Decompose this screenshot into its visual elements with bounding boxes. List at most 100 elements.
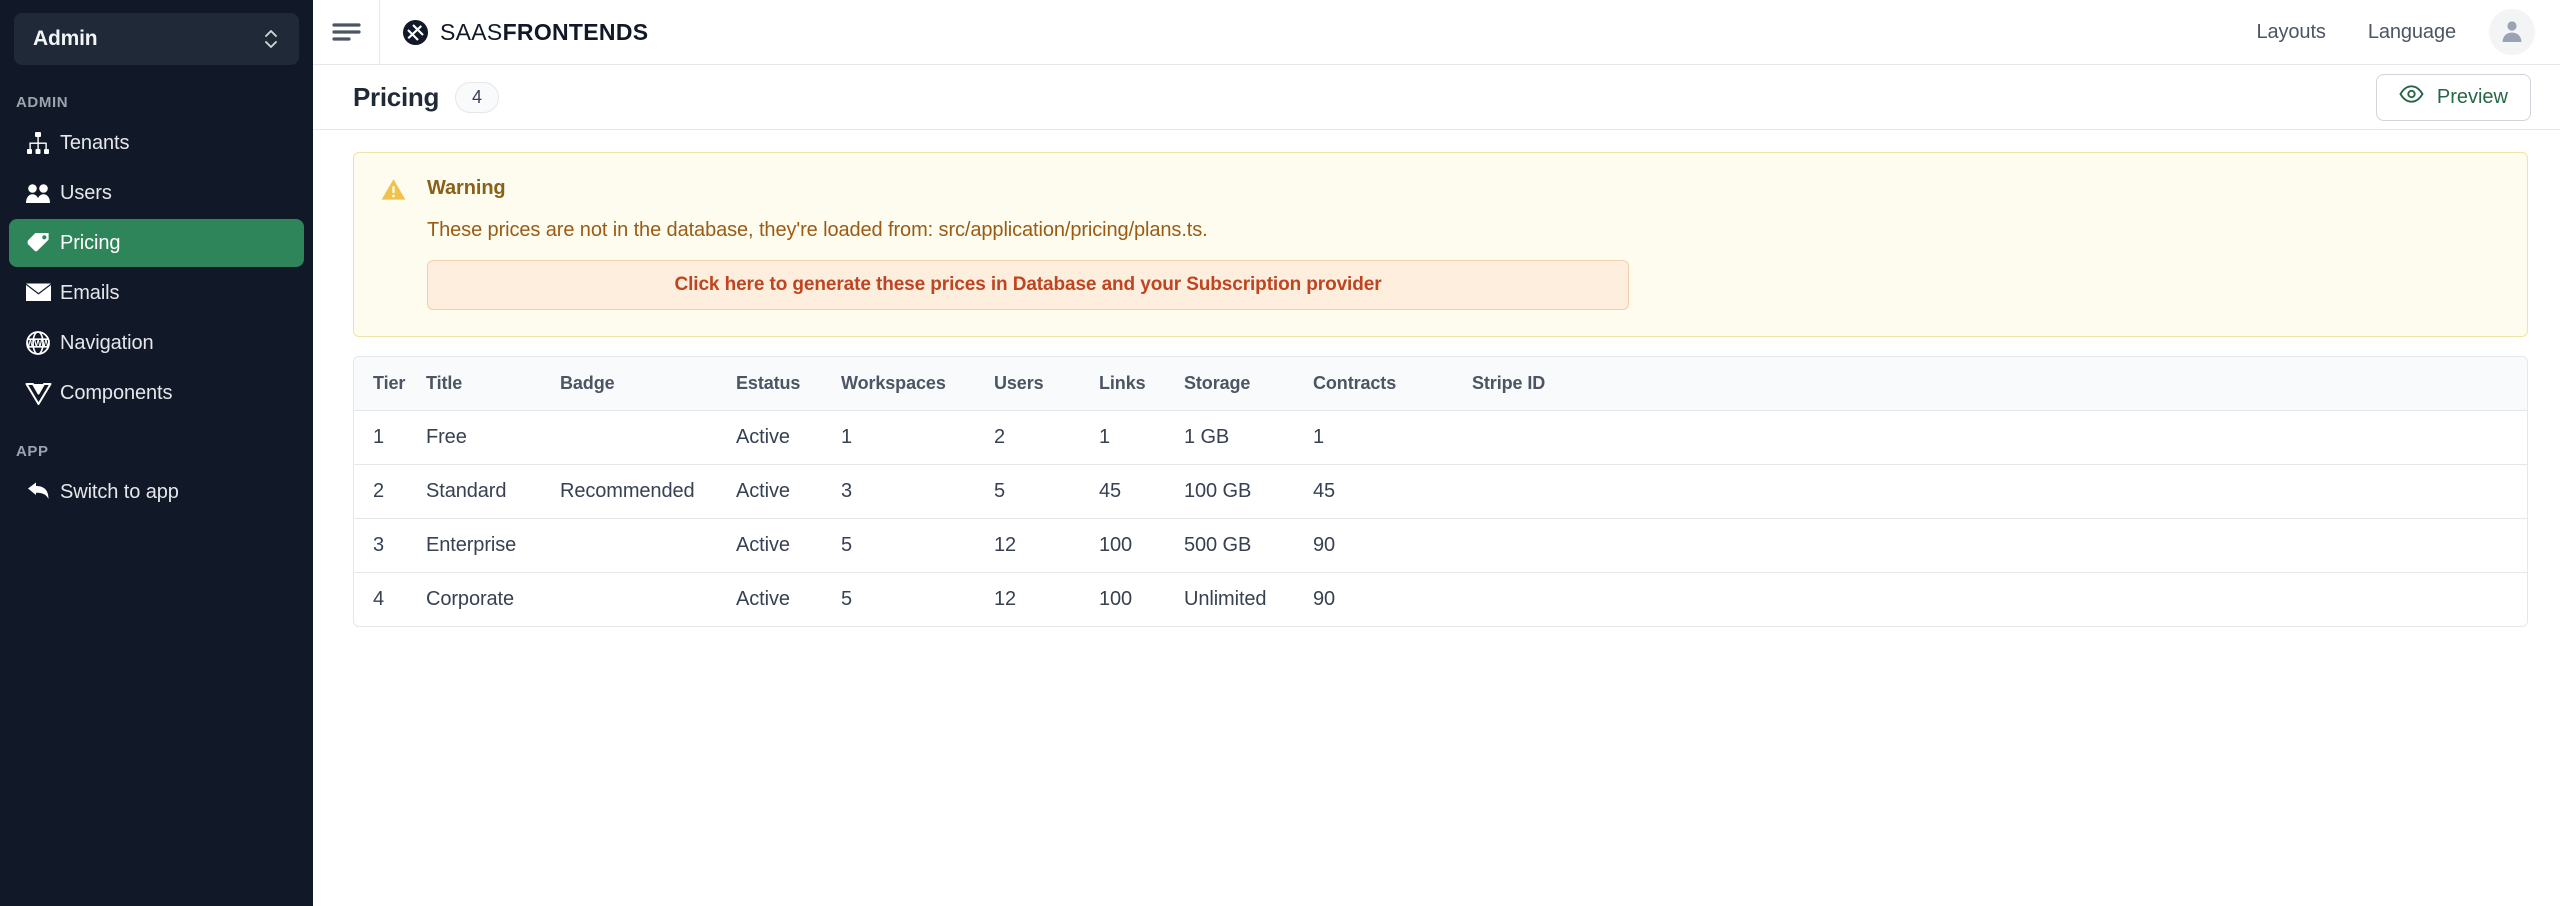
warning-message: These prices are not in the database, th… [427, 219, 1208, 241]
org-switcher[interactable]: Admin [14, 13, 299, 65]
chevron-up-down-icon [263, 26, 279, 52]
sidebar-item-label: Pricing [60, 231, 121, 254]
cell-tier: 2 [354, 464, 426, 519]
cell-stripe-id [1472, 464, 2527, 519]
cell-title: Enterprise [426, 518, 560, 573]
cell-workspaces: 5 [841, 588, 853, 610]
sidebar-item-navigation[interactable]: WWW Navigation [9, 319, 304, 367]
cell-badge [560, 573, 736, 627]
sidebar-item-tenants[interactable]: Tenants [9, 119, 304, 167]
cell-title: Corporate [426, 588, 515, 610]
avatar[interactable] [2489, 9, 2535, 55]
price-tag-icon [16, 230, 60, 257]
pricing-table-body: 1 Free Active 1 2 1 1 GB 1 2 Standard Re… [354, 410, 2527, 627]
preview-button[interactable]: Preview [2375, 73, 2531, 121]
sidebar-item-users[interactable]: Users [9, 169, 304, 217]
cell-links: 45 [1099, 464, 1184, 519]
warning-body: Warning These prices are not in the data… [427, 175, 2501, 310]
preview-button-label: Preview [2436, 85, 2508, 108]
cell-workspaces: 5 [841, 518, 994, 573]
table-row[interactable]: 3 Enterprise Active 5 12 100 500 GB 90 [354, 518, 2527, 573]
column-header-stripe-id: Stripe ID [1472, 357, 2527, 411]
sidebar: Admin ADMIN Tenants Users Pricing Emails… [0, 0, 313, 906]
topbar-link-layouts[interactable]: Layouts [2235, 21, 2346, 44]
column-header-users: Users [994, 357, 1099, 411]
pricing-table-head: Tier Title Badge Estatus Workspaces User… [354, 357, 2527, 411]
users-icon [16, 180, 60, 206]
warning-title: Warning [427, 177, 506, 199]
column-header-tier: Tier [354, 357, 426, 411]
www-globe-icon: WWW [16, 330, 60, 356]
cell-workspaces: 1 [841, 410, 994, 465]
cell-links: 100 [1099, 588, 1133, 610]
table-row[interactable]: 1 Free Active 1 2 1 1 GB 1 [354, 410, 2527, 465]
column-header-storage: Storage [1184, 357, 1313, 411]
cell-badge [560, 518, 736, 573]
saasfrontends-logo-icon [402, 19, 429, 46]
cell-contracts: 90 [1313, 588, 1336, 610]
sidebar-item-components[interactable]: Components [9, 369, 304, 417]
cell-tier: 4 [373, 588, 385, 610]
cell-badge: Recommended [560, 464, 736, 519]
sidebar-item-pricing[interactable]: Pricing [9, 219, 304, 267]
sidebar-item-label: Emails [60, 281, 120, 304]
column-header-badge: Badge [560, 357, 736, 411]
main-area: SAASFRONTENDS Layouts Language Pricing 4… [313, 0, 2560, 906]
table-header-row: Tier Title Badge Estatus Workspaces User… [354, 357, 2527, 411]
cell-users: 2 [994, 410, 1099, 465]
sidebar-nav-admin: Tenants Users Pricing Emails WWW Navigat… [0, 119, 313, 417]
page-count-badge: 4 [455, 81, 500, 113]
cell-links: 1 [1099, 410, 1184, 465]
cell-contracts: 45 [1313, 464, 1472, 519]
user-avatar-icon [2499, 17, 2525, 48]
pricing-table: Tier Title Badge Estatus Workspaces User… [354, 357, 2527, 626]
arrow-back-icon [16, 480, 60, 504]
table-row[interactable]: 2 Standard Recommended Active 3 5 45 100… [354, 464, 2527, 519]
column-header-links: Links [1099, 357, 1184, 411]
generate-prices-button[interactable]: Click here to generate these prices in D… [427, 260, 1629, 310]
cell-contracts: 1 [1313, 410, 1472, 465]
cell-storage: 500 GB [1184, 518, 1313, 573]
brand-logo[interactable]: SAASFRONTENDS [380, 19, 648, 46]
cell-estatus: Active [736, 464, 841, 519]
cell-title: Standard [426, 464, 560, 519]
page-header: Pricing 4 Preview [313, 65, 2560, 130]
eye-icon [2399, 85, 2424, 109]
cell-tier: 1 [354, 410, 426, 465]
cell-badge [560, 410, 736, 465]
cell-contracts: 90 [1313, 518, 1472, 573]
sidebar-section-label-admin: ADMIN [16, 93, 69, 111]
vue-logo-icon [16, 381, 60, 405]
column-header-title: Title [426, 357, 560, 411]
topbar-link-language[interactable]: Language [2347, 21, 2477, 44]
warning-panel: Warning These prices are not in the data… [353, 152, 2528, 337]
sidebar-item-switch-to-app[interactable]: Switch to app [9, 468, 304, 516]
cell-stripe-id [1472, 518, 2527, 573]
cell-workspaces: 3 [841, 464, 994, 519]
cell-links: 100 [1099, 518, 1184, 573]
column-header-estatus: Estatus [736, 357, 841, 411]
sidebar-item-label: Navigation [60, 331, 154, 354]
cell-estatus: Active [736, 410, 841, 465]
org-switcher-label: Admin [33, 27, 98, 50]
cell-tier: 3 [354, 518, 426, 573]
cell-users: 12 [994, 518, 1099, 573]
sidebar-item-label: Tenants [60, 131, 130, 154]
top-bar: SAASFRONTENDS Layouts Language [313, 0, 2560, 65]
brand-text: SAASFRONTENDS [440, 19, 648, 46]
hamburger-icon[interactable] [313, 0, 380, 65]
brand-text-bold: FRONTENDS [502, 18, 649, 45]
pricing-table-wrapper: Tier Title Badge Estatus Workspaces User… [353, 356, 2528, 627]
cell-users: 5 [994, 464, 1099, 519]
topbar-links: Layouts Language [2235, 9, 2560, 55]
brand-text-light: SAAS [440, 18, 503, 45]
sidebar-item-label: Components [60, 381, 173, 404]
table-row[interactable]: 4 Corporate Active 5 12 100 Unlimited 90 [354, 573, 2527, 627]
sidebar-nav-app: Switch to app [0, 468, 313, 516]
column-header-workspaces: Workspaces [841, 357, 994, 411]
sidebar-item-label: Users [60, 181, 112, 204]
cell-stripe-id [1472, 573, 2527, 627]
sitemap-icon [16, 130, 60, 156]
envelope-icon [16, 282, 60, 304]
sidebar-item-emails[interactable]: Emails [9, 269, 304, 317]
